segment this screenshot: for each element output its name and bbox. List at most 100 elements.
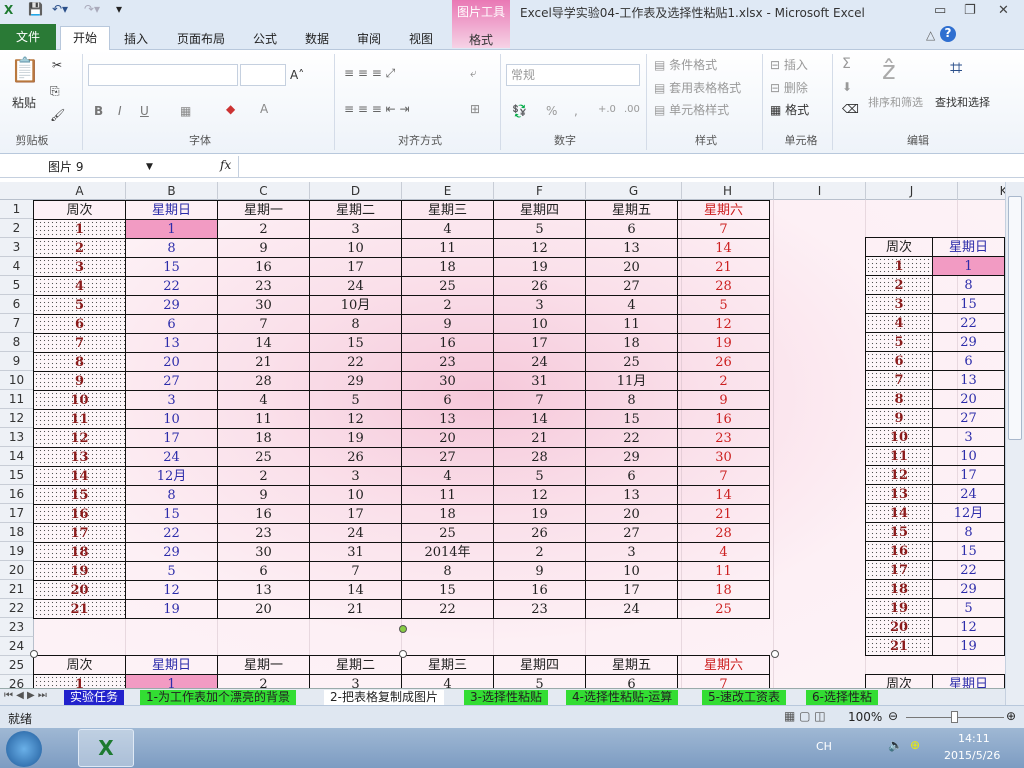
day-cell[interactable]: 6	[585, 219, 678, 239]
week-cell[interactable]: 21	[33, 599, 126, 619]
day-cell[interactable]: 4	[401, 466, 494, 486]
header-cell[interactable]: 星期四	[493, 200, 586, 220]
header-cell[interactable]: 星期五	[585, 655, 678, 675]
day-cell[interactable]: 2	[401, 295, 494, 315]
day-cell[interactable]: 12月	[931, 503, 1005, 523]
day-cell[interactable]: 26	[677, 352, 770, 372]
day-cell[interactable]: 29	[125, 542, 218, 562]
week-cell[interactable]: 7	[33, 333, 126, 353]
day-cell[interactable]: 8	[931, 275, 1005, 295]
insert-cells-button[interactable]: ⊟ 插入	[770, 56, 808, 73]
week-cell[interactable]: 4	[865, 313, 933, 333]
day-cell[interactable]: 27	[585, 523, 678, 543]
percent-button[interactable]: %	[546, 104, 557, 118]
cut-icon[interactable]: ✂	[52, 58, 62, 72]
week-cell[interactable]: 8	[865, 389, 933, 409]
day-cell[interactable]: 9	[217, 238, 310, 258]
zoom-slider-thumb[interactable]	[951, 711, 958, 723]
header-cell[interactable]: 星期六	[677, 200, 770, 220]
day-cell[interactable]: 7	[677, 219, 770, 239]
minimize-button[interactable]: ▭	[934, 3, 946, 18]
day-cell[interactable]: 15	[125, 257, 218, 277]
day-cell[interactable]: 17	[931, 465, 1005, 485]
day-cell[interactable]: 3	[309, 674, 402, 688]
header-cell[interactable]: 星期三	[401, 200, 494, 220]
week-cell[interactable]: 18	[33, 542, 126, 562]
format-cells-button[interactable]: ▦ 格式	[770, 101, 809, 118]
row-header[interactable]: 21	[0, 580, 34, 599]
header-cell[interactable]: 星期六	[677, 655, 770, 675]
decrease-decimal-button[interactable]: .00	[624, 104, 640, 115]
day-cell[interactable]: 8	[309, 314, 402, 334]
picture-tools-context-tab[interactable]: 图片工具 格式	[452, 0, 510, 48]
day-cell[interactable]: 15	[931, 541, 1005, 561]
row-header[interactable]: 10	[0, 371, 34, 390]
day-cell[interactable]: 5	[493, 466, 586, 486]
day-cell[interactable]: 12	[493, 238, 586, 258]
day-cell[interactable]: 20	[931, 389, 1005, 409]
day-cell[interactable]: 14	[217, 333, 310, 353]
day-cell[interactable]: 2	[677, 371, 770, 391]
day-cell[interactable]: 17	[585, 580, 678, 600]
header-cell[interactable]: 周次	[865, 237, 933, 257]
day-cell[interactable]: 19	[677, 333, 770, 353]
fill-color-icon[interactable]: ◆	[226, 102, 235, 116]
day-cell[interactable]: 9	[217, 485, 310, 505]
day-cell[interactable]: 30	[217, 542, 310, 562]
day-cell[interactable]: 3	[493, 295, 586, 315]
day-cell[interactable]: 9	[401, 314, 494, 334]
row-header[interactable]: 18	[0, 523, 34, 542]
day-cell[interactable]: 16	[401, 333, 494, 353]
bold-button[interactable]: B	[94, 104, 103, 118]
day-cell[interactable]: 17	[125, 428, 218, 448]
day-cell[interactable]: 31	[493, 371, 586, 391]
day-cell[interactable]: 18	[677, 580, 770, 600]
row-header[interactable]: 8	[0, 333, 34, 352]
underline-button[interactable]: U	[140, 104, 149, 118]
day-cell[interactable]: 13	[585, 485, 678, 505]
week-cell[interactable]: 5	[865, 332, 933, 352]
day-cell[interactable]: 25	[401, 276, 494, 296]
row-header[interactable]: 12	[0, 409, 34, 428]
find-icon[interactable]: ⌗	[950, 56, 962, 81]
comma-button[interactable]: ,	[574, 104, 578, 118]
day-cell[interactable]: 24	[931, 484, 1005, 504]
week-cell[interactable]: 1	[865, 256, 933, 276]
week-cell[interactable]: 1	[33, 219, 126, 239]
align-left-icon[interactable]: ≡ ≡ ≡ ⇤ ⇥	[344, 102, 410, 116]
day-cell[interactable]: 10	[125, 409, 218, 429]
undo-icon[interactable]: ↶▾	[52, 2, 68, 16]
day-cell[interactable]: 24	[309, 523, 402, 543]
start-button[interactable]	[6, 731, 42, 767]
column-header[interactable]: J	[866, 182, 958, 200]
week-cell[interactable]: 13	[33, 447, 126, 467]
day-cell[interactable]: 12	[493, 485, 586, 505]
day-cell[interactable]: 13	[931, 370, 1005, 390]
day-cell[interactable]: 4	[585, 295, 678, 315]
day-cell[interactable]: 20	[401, 428, 494, 448]
day-cell[interactable]: 12月	[125, 466, 218, 486]
zoom-level[interactable]: 100%	[848, 710, 882, 724]
header-cell[interactable]: 星期三	[401, 655, 494, 675]
day-cell[interactable]: 27	[931, 408, 1005, 428]
name-box[interactable]: 图片 9 ▼	[0, 157, 158, 177]
tab-insert[interactable]: 插入	[124, 30, 148, 47]
day-cell[interactable]: 4	[401, 674, 494, 688]
day-cell[interactable]: 6	[585, 674, 678, 688]
day-cell[interactable]: 19	[493, 257, 586, 277]
week-cell[interactable]: 12	[865, 465, 933, 485]
day-cell[interactable]: 7	[309, 561, 402, 581]
day-cell[interactable]: 5	[493, 219, 586, 239]
tab-view[interactable]: 视图	[409, 30, 433, 47]
day-cell[interactable]: 2	[493, 542, 586, 562]
border-icon[interactable]: ▦	[180, 104, 191, 118]
row-header[interactable]: 2	[0, 219, 34, 238]
header-cell[interactable]: 星期日	[931, 237, 1005, 257]
day-cell[interactable]: 21	[217, 352, 310, 372]
resize-handle[interactable]	[30, 650, 38, 658]
row-header[interactable]: 16	[0, 485, 34, 504]
week-cell[interactable]: 3	[33, 257, 126, 277]
paste-icon[interactable]: 📋	[10, 56, 40, 84]
day-cell[interactable]: 6	[585, 466, 678, 486]
increase-decimal-button[interactable]: +.0	[598, 104, 616, 115]
